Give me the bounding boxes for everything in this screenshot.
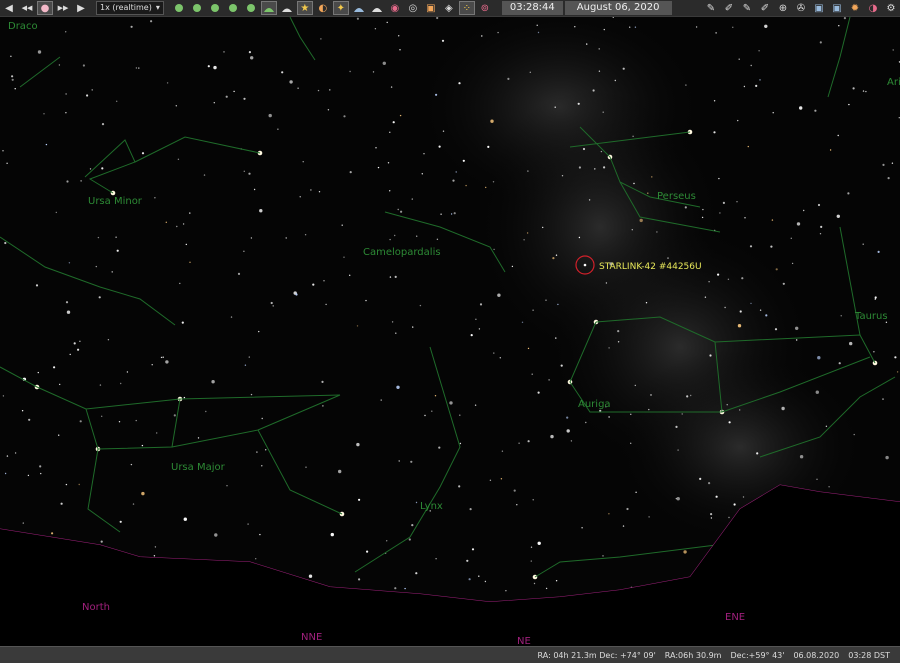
window-icon[interactable]: ▣ xyxy=(811,1,827,15)
view-labels-icon[interactable] xyxy=(189,1,205,15)
status-time: 03:28 DST xyxy=(848,650,890,660)
label-taurus: Taurus xyxy=(854,311,888,322)
view-grid-icon[interactable] xyxy=(243,1,259,15)
toolbar: ◀ ◀◀ ● ▶▶ ▶ 1x (realtime) ▾ ★ ◐ ✦ ◉ ◎ ▣ … xyxy=(0,0,900,17)
sun-icon[interactable]: ✹ xyxy=(847,1,863,15)
equatorial-mount-icon[interactable] xyxy=(351,1,367,15)
satellite-dot xyxy=(583,263,587,267)
direction-ne: NE xyxy=(517,636,531,646)
label-auriga: Auriga xyxy=(578,399,611,410)
label-ursa-major: Ursa Major xyxy=(171,462,226,473)
fast-forward-icon[interactable]: ▶▶ xyxy=(55,1,71,15)
globe-icon[interactable]: ⊕ xyxy=(775,1,791,15)
view-boundaries-icon[interactable] xyxy=(207,1,223,15)
stars-icon[interactable]: ★ xyxy=(296,1,313,15)
ocular-icon[interactable]: ✐ xyxy=(721,1,737,15)
nebula-icon[interactable]: ▣ xyxy=(423,1,439,15)
fast-rewind-icon[interactable]: ◀◀ xyxy=(19,1,35,15)
deep-sky-icon[interactable]: ✦ xyxy=(332,1,349,15)
chevron-down-icon: ▾ xyxy=(155,3,160,12)
date-display: August 06, 2020 xyxy=(564,1,672,15)
settings-icon[interactable]: ⚙ xyxy=(883,1,899,15)
label-perseus: Perseus xyxy=(657,191,696,202)
direction-nne: NNE xyxy=(301,632,322,643)
real-time-icon[interactable]: ● xyxy=(37,1,53,15)
label-draco: Draco xyxy=(8,21,38,32)
play-icon[interactable]: ▶ xyxy=(73,1,89,15)
status-bar: RA: 04h 21.3m Dec: +74° 09' RA:06h 30.9m… xyxy=(0,646,900,663)
status-date: 06.08.2020 xyxy=(793,650,840,660)
planets-icon[interactable]: ◐ xyxy=(315,1,331,15)
telescope-icon[interactable]: ✎ xyxy=(703,1,719,15)
status-ra-dec: RA: 04h 21.3m Dec: +74° 09' xyxy=(537,650,656,660)
screen-icon[interactable]: ▣ xyxy=(829,1,845,15)
tag-icon[interactable]: ◈ xyxy=(441,1,457,15)
ground-icon[interactable] xyxy=(260,1,277,15)
exoplanets-icon[interactable]: ◉ xyxy=(387,1,403,15)
compass-icon[interactable]: ✇ xyxy=(793,1,809,15)
label-camelopardalis: Camelopardalis xyxy=(363,247,441,258)
speed-value: 1x (realtime) xyxy=(100,3,152,12)
direction-ene: ENE xyxy=(725,612,745,623)
time-display: 03:28:44 xyxy=(501,1,563,15)
night-mode-icon[interactable] xyxy=(369,1,385,15)
scope-icon[interactable]: ◎ xyxy=(405,1,421,15)
label-aries: Ari xyxy=(887,77,900,88)
satellites-icon[interactable]: ⁘ xyxy=(458,1,475,15)
status-ra: RA:06h 30.9m xyxy=(664,650,722,660)
lens-icon[interactable]: ✐ xyxy=(757,1,773,15)
view-lines-icon[interactable] xyxy=(171,1,187,15)
rewind-icon[interactable]: ◀ xyxy=(1,1,17,15)
label-ursa-minor: Ursa Minor xyxy=(88,196,143,207)
direction-north: North xyxy=(82,602,110,613)
atmosphere-icon[interactable] xyxy=(279,1,295,15)
satellite-label: STARLINK-42 #44256U xyxy=(599,262,702,272)
search-icon[interactable]: ⊚ xyxy=(477,1,493,15)
sky-view[interactable]: Draco Ursa Minor Camelopardalis Perseus … xyxy=(0,17,900,646)
speed-select[interactable]: 1x (realtime) ▾ xyxy=(96,1,164,15)
label-lynx: Lynx xyxy=(420,501,443,512)
moon-icon[interactable]: ◑ xyxy=(865,1,881,15)
status-dec: Dec:+59° 43' xyxy=(730,650,785,660)
view-art-icon[interactable] xyxy=(225,1,241,15)
sensor-icon[interactable]: ✎ xyxy=(739,1,755,15)
